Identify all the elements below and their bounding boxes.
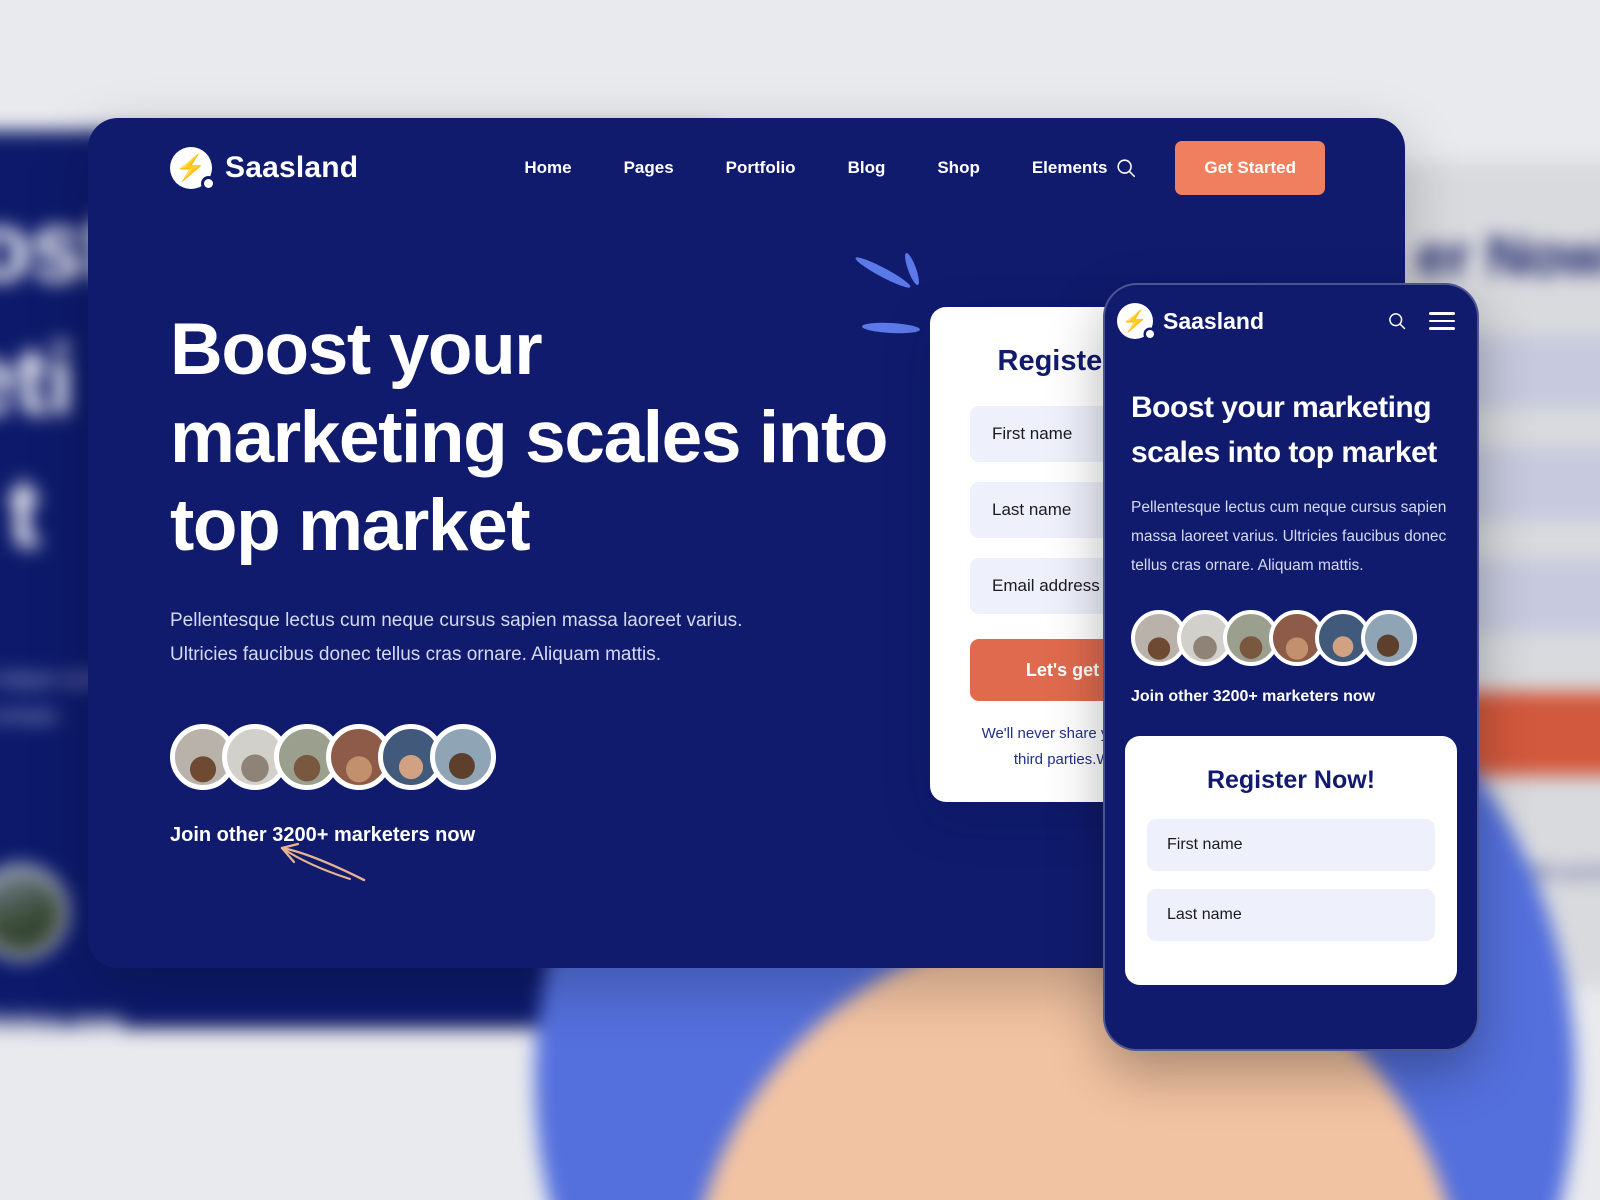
- mobile-hero: Boost your marketing scales into top mar…: [1105, 357, 1477, 706]
- mobile-brand-logo[interactable]: ⚡ Saasland: [1117, 303, 1264, 339]
- mobile-hero-paragraph: Pellentesque lectus cum neque cursus sap…: [1131, 499, 1447, 574]
- mobile-first-name-input[interactable]: First name: [1147, 819, 1435, 871]
- desktop-navbar-actions: Get Started: [1115, 141, 1325, 195]
- hero-paragraph: Pellentesque lectus cum neque cursus sap…: [170, 610, 743, 665]
- mobile-avatar-group: [1131, 610, 1451, 666]
- mobile-brand-name: Saasland: [1163, 307, 1264, 334]
- lightning-bolt-icon: ⚡: [170, 147, 213, 189]
- screenshot-canvas: oost rketi o t ectus cum neque cursus sa…: [0, 0, 1600, 1200]
- avatar: [1361, 610, 1417, 666]
- mobile-navbar-actions: [1387, 311, 1455, 331]
- mobile-join-marketers-text: Join other 3200+ marketers now: [1131, 688, 1376, 705]
- background-join-text: 00+ marketers now: [0, 1008, 123, 1037]
- mobile-hero-heading: Boost your marketing scales into top mar…: [1131, 391, 1437, 469]
- mobile-register-card: Register Now! First name Last name: [1125, 736, 1457, 985]
- nav-item-pages[interactable]: Pages: [624, 148, 674, 188]
- mobile-navbar: ⚡ Saasland: [1105, 285, 1477, 357]
- desktop-hero: Boost your marketing scales into top mar…: [170, 306, 890, 847]
- mobile-mockup: ⚡ Saasland Boost your marketing scales i…: [1103, 283, 1479, 1051]
- search-icon[interactable]: [1115, 157, 1137, 179]
- search-icon[interactable]: [1387, 311, 1407, 331]
- get-started-button[interactable]: Get Started: [1175, 141, 1325, 195]
- avatar: [430, 724, 496, 790]
- lightning-bolt-icon: ⚡: [1117, 303, 1154, 339]
- background-heading-line-2: rketi: [0, 325, 75, 435]
- mobile-register-title: Register Now!: [1206, 766, 1376, 794]
- nav-item-elements[interactable]: Elements: [1032, 148, 1108, 188]
- nav-item-portfolio[interactable]: Portfolio: [726, 148, 796, 188]
- desktop-navbar: ⚡ Saasland Home Pages Portfolio Blog Sho…: [88, 118, 1405, 218]
- arrow-doodle-icon: [280, 842, 366, 882]
- nav-item-shop[interactable]: Shop: [937, 148, 980, 188]
- background-heading-line-3: o t: [0, 458, 40, 568]
- brand-name: Saasland: [225, 151, 359, 184]
- hero-heading: Boost your marketing scales into top mar…: [170, 309, 889, 566]
- mobile-last-name-input[interactable]: Last name: [1147, 889, 1435, 941]
- avatar-group: [170, 724, 890, 790]
- desktop-nav-links: Home Pages Portfolio Blog Shop Elements: [524, 148, 1107, 188]
- nav-item-blog[interactable]: Blog: [848, 148, 886, 188]
- brand-logo[interactable]: ⚡ Saasland: [170, 147, 358, 189]
- hamburger-menu-icon[interactable]: [1429, 312, 1455, 330]
- nav-item-home[interactable]: Home: [524, 148, 571, 188]
- background-form-title: er Now!: [1416, 223, 1600, 288]
